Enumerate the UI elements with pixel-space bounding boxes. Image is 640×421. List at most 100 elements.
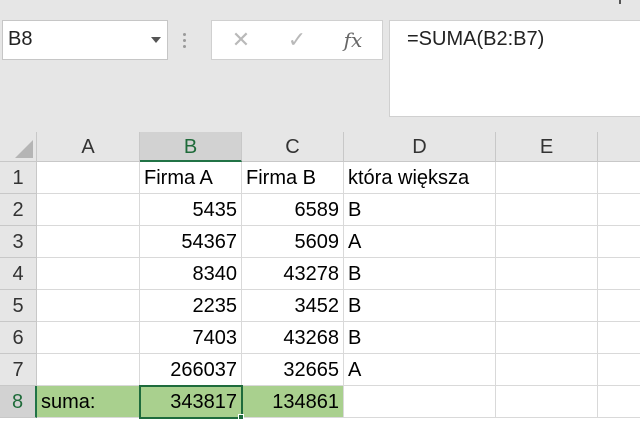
name-box[interactable]: B8 xyxy=(2,20,168,60)
cell-b7[interactable]: 266037 xyxy=(140,354,242,386)
cell-f4[interactable] xyxy=(598,258,640,290)
fill-handle[interactable] xyxy=(238,414,244,420)
cell-value: 8340 xyxy=(192,263,238,285)
formula-bar-area: B8 ✕ ✓ fx =SUMA(B2:B7) xyxy=(0,0,640,132)
cell-value: 7403 xyxy=(192,327,238,349)
formula-text[interactable]: =SUMA(B2:B7) xyxy=(407,28,544,51)
cell-a8[interactable]: suma: xyxy=(37,386,140,418)
cell-a6[interactable] xyxy=(37,322,140,354)
cell-value: 343817 xyxy=(170,391,237,413)
cell-e6[interactable] xyxy=(496,322,598,354)
cell-value: 266037 xyxy=(170,359,237,381)
cell-value: 32665 xyxy=(283,359,339,381)
column-header-a[interactable]: A xyxy=(37,132,140,162)
cell-value: 5609 xyxy=(294,231,340,253)
cell-value: B xyxy=(348,199,362,221)
name-box-value[interactable]: B8 xyxy=(8,28,32,51)
cell-e5[interactable] xyxy=(496,290,598,322)
cell-value: 2235 xyxy=(192,295,238,317)
cell-value: Firma A xyxy=(144,167,213,189)
cell-value: B xyxy=(348,295,362,317)
cell-value: 43268 xyxy=(283,327,339,349)
row-header-8[interactable]: 8 xyxy=(0,386,37,418)
resize-handle[interactable] xyxy=(613,0,627,6)
cell-d2[interactable]: B xyxy=(344,194,496,226)
row-header-2[interactable]: 2 xyxy=(0,194,37,226)
cell-d4[interactable]: B xyxy=(344,258,496,290)
cell-d6[interactable]: B xyxy=(344,322,496,354)
cell-value: 3452 xyxy=(294,295,340,317)
cell-c2[interactable]: 6589 xyxy=(242,194,344,226)
column-header-b[interactable]: B xyxy=(140,132,242,162)
select-all-icon xyxy=(15,140,33,158)
row-header-1[interactable]: 1 xyxy=(0,162,37,194)
cell-e4[interactable] xyxy=(496,258,598,290)
row-header-6[interactable]: 6 xyxy=(0,322,37,354)
cell-d8[interactable] xyxy=(344,386,496,418)
cell-f2[interactable] xyxy=(598,194,640,226)
cell-value: B xyxy=(348,263,362,285)
enter-icon[interactable]: ✓ xyxy=(280,25,314,55)
cell-value: 5435 xyxy=(192,199,238,221)
chevron-down-icon[interactable] xyxy=(151,37,161,43)
insert-function-icon[interactable]: fx xyxy=(336,25,370,55)
cell-b1[interactable]: Firma A xyxy=(140,162,242,194)
cell-a4[interactable] xyxy=(37,258,140,290)
cell-d1[interactable]: która większa xyxy=(344,162,496,194)
cell-value: 6589 xyxy=(294,199,340,221)
cell-c5[interactable]: 3452 xyxy=(242,290,344,322)
cell-b2[interactable]: 5435 xyxy=(140,194,242,226)
cell-f8[interactable] xyxy=(598,386,640,418)
cell-f6[interactable] xyxy=(598,322,640,354)
cell-value: A xyxy=(348,359,362,381)
cell-a3[interactable] xyxy=(37,226,140,258)
cell-c1[interactable]: Firma B xyxy=(242,162,344,194)
cell-c8[interactable]: 134861 xyxy=(242,386,344,418)
cancel-icon[interactable]: ✕ xyxy=(224,25,258,55)
cell-value: suma: xyxy=(41,391,96,413)
cell-e1[interactable] xyxy=(496,162,598,194)
cell-d3[interactable]: A xyxy=(344,226,496,258)
cell-e7[interactable] xyxy=(496,354,598,386)
cell-a7[interactable] xyxy=(37,354,140,386)
formula-buttons: ✕ ✓ fx xyxy=(211,20,383,60)
select-all-button[interactable] xyxy=(0,132,37,162)
cell-d7[interactable]: A xyxy=(344,354,496,386)
cell-f1[interactable] xyxy=(598,162,640,194)
column-header-f[interactable] xyxy=(598,132,640,162)
cell-e8[interactable] xyxy=(496,386,598,418)
cell-f7[interactable] xyxy=(598,354,640,386)
cell-c4[interactable]: 43278 xyxy=(242,258,344,290)
cell-value: 43278 xyxy=(283,263,339,285)
row-header-5[interactable]: 5 xyxy=(0,290,37,322)
cell-f3[interactable] xyxy=(598,226,640,258)
cell-d5[interactable]: B xyxy=(344,290,496,322)
cell-value: Firma B xyxy=(246,167,316,189)
cell-b4[interactable]: 8340 xyxy=(140,258,242,290)
cell-a2[interactable] xyxy=(37,194,140,226)
spreadsheet-grid[interactable]: A B C D E 1 Firma A Firma Bktóra większa 2 5435 65… xyxy=(0,132,640,421)
cell-a5[interactable] xyxy=(37,290,140,322)
cell-c7[interactable]: 32665 xyxy=(242,354,344,386)
column-header-c[interactable]: C xyxy=(242,132,344,162)
cell-b8[interactable]: 343817 xyxy=(140,386,242,418)
cell-b5[interactable]: 2235 xyxy=(140,290,242,322)
cell-b3[interactable]: 54367 xyxy=(140,226,242,258)
column-header-d[interactable]: D xyxy=(344,132,496,162)
row-header-3[interactable]: 3 xyxy=(0,226,37,258)
cell-a1[interactable] xyxy=(37,162,140,194)
cell-value: A xyxy=(348,231,362,253)
cell-e2[interactable] xyxy=(496,194,598,226)
cell-value: B xyxy=(348,327,362,349)
cell-b6[interactable]: 7403 xyxy=(140,322,242,354)
cell-value: 134861 xyxy=(272,391,339,413)
cell-f5[interactable] xyxy=(598,290,640,322)
cell-c6[interactable]: 43268 xyxy=(242,322,344,354)
cell-e3[interactable] xyxy=(496,226,598,258)
row-header-4[interactable]: 4 xyxy=(0,258,37,290)
formula-input[interactable]: =SUMA(B2:B7) xyxy=(389,20,640,117)
row-header-7[interactable]: 7 xyxy=(0,354,37,386)
column-header-e[interactable]: E xyxy=(496,132,598,162)
grip-icon[interactable] xyxy=(181,31,189,49)
cell-c3[interactable]: 5609 xyxy=(242,226,344,258)
